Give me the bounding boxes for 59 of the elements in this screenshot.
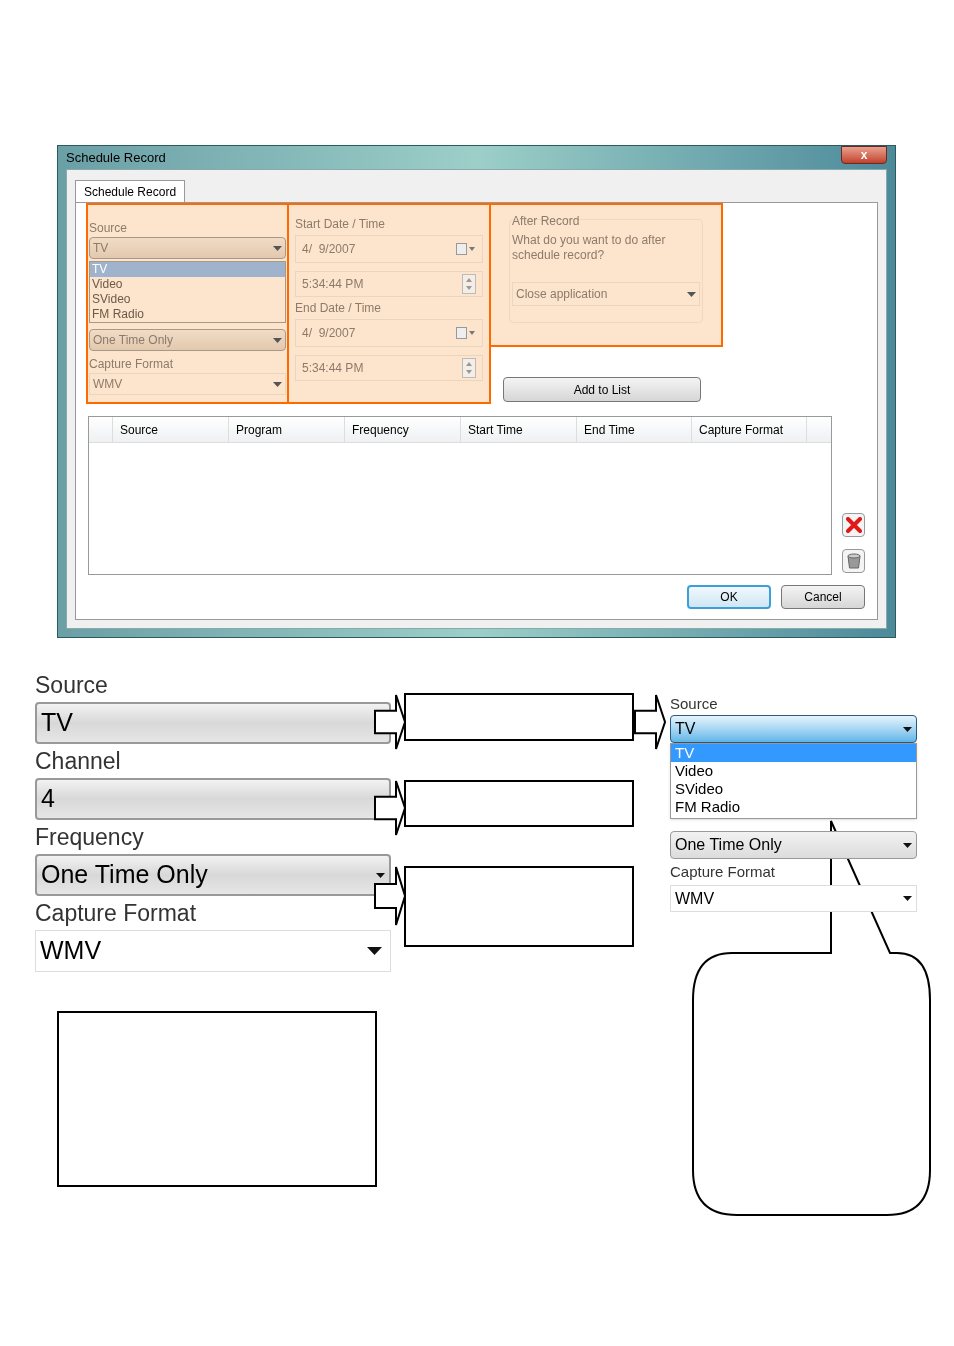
dropdown-option[interactable]: Video bbox=[90, 277, 285, 292]
spinner-icon bbox=[462, 274, 476, 294]
dropdown-arrow-icon bbox=[903, 726, 912, 732]
block-arrow bbox=[374, 694, 406, 750]
column-header[interactable]: Program bbox=[229, 417, 345, 442]
combo-box[interactable]: 4 bbox=[35, 778, 391, 820]
dropdown-arrow-icon bbox=[273, 337, 282, 343]
combo-box[interactable]: WMV bbox=[670, 885, 917, 912]
combo-box[interactable]: WMV bbox=[35, 930, 391, 972]
field-label: Source bbox=[89, 220, 129, 237]
trash-icon bbox=[846, 553, 861, 569]
group-label: After Record bbox=[512, 213, 581, 230]
combo-box[interactable]: One Time Only bbox=[35, 854, 391, 896]
group-label: Start Date / Time bbox=[295, 216, 387, 233]
block-arrow bbox=[634, 694, 666, 750]
combo-box[interactable]: TV bbox=[35, 702, 391, 744]
column-header[interactable]: End Time bbox=[577, 417, 692, 442]
delete-button[interactable] bbox=[842, 513, 865, 537]
add-button[interactable]: Add to List bbox=[503, 377, 701, 402]
dropdown-arrow-icon bbox=[687, 291, 696, 297]
close-icon bbox=[845, 517, 862, 533]
tab[interactable]: Schedule Record bbox=[75, 180, 186, 202]
window-title: Schedule Record bbox=[66, 148, 166, 167]
cancel-button[interactable]: Cancel bbox=[781, 585, 865, 609]
dropdown-option[interactable]: SVideo bbox=[90, 292, 285, 307]
clear-button[interactable] bbox=[842, 549, 865, 573]
calendar-icon bbox=[456, 327, 476, 339]
dropdown-option[interactable]: Video bbox=[671, 762, 916, 780]
dropdown-arrow-icon bbox=[376, 872, 385, 878]
dropdown-arrow-icon bbox=[367, 947, 382, 955]
dropdown-arrow-icon bbox=[903, 896, 912, 901]
block-arrow bbox=[374, 780, 406, 836]
field-label: Capture Format bbox=[89, 356, 175, 373]
field-label: Channel bbox=[35, 747, 122, 776]
combo-box[interactable]: One Time Only bbox=[670, 831, 917, 859]
dropdown-option[interactable]: FM Radio bbox=[671, 798, 916, 816]
question-text: What do you want to do after schedule record? bbox=[512, 233, 667, 263]
block-arrow bbox=[374, 866, 406, 926]
column-header[interactable]: Capture Format bbox=[692, 417, 807, 442]
date-field[interactable]: 4/ 9/2007 bbox=[295, 319, 483, 347]
field-label: Frequency bbox=[35, 823, 145, 852]
column-header[interactable]: Source bbox=[113, 417, 229, 442]
field-label: Source bbox=[35, 671, 109, 700]
column-header[interactable]: Frequency bbox=[345, 417, 461, 442]
field-label: Capture Format bbox=[670, 862, 777, 882]
dropdown-arrow-icon bbox=[273, 381, 282, 387]
dropdown-option[interactable]: SVideo bbox=[671, 780, 916, 798]
field-label: Capture Format bbox=[35, 899, 198, 928]
field-label: Source bbox=[670, 694, 719, 714]
dropdown-option[interactable]: FM Radio bbox=[90, 307, 285, 322]
dropdown-arrow-icon bbox=[903, 842, 912, 848]
date-field[interactable]: 4/ 9/2007 bbox=[295, 235, 483, 263]
dropdown-arrow-icon bbox=[273, 245, 282, 251]
combo-box[interactable]: TV bbox=[670, 715, 917, 743]
group-label: End Date / Time bbox=[295, 300, 383, 317]
column-header[interactable]: Start Time bbox=[461, 417, 577, 442]
calendar-icon bbox=[456, 243, 476, 255]
spinner-icon bbox=[462, 358, 476, 378]
ok-button[interactable]: OK bbox=[687, 585, 771, 609]
